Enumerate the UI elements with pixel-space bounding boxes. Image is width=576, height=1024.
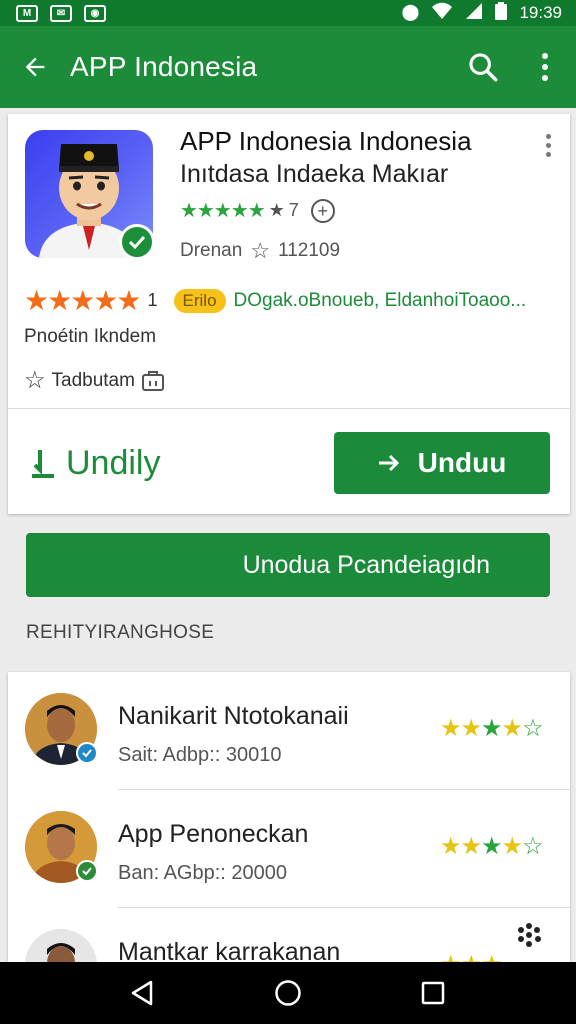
production-text: Pnoétin Ikndem	[24, 326, 157, 347]
orange-rating-count: 1	[147, 290, 158, 310]
data-icon: ⬤	[401, 4, 420, 21]
tag-row: ☆ Tadbutam	[24, 366, 165, 395]
green-rating: ★★★★★ ★ 7 +	[180, 198, 335, 223]
list-item-stars-icon: ★★★★☆	[440, 715, 544, 742]
star-outline-small-icon: ★	[268, 200, 285, 220]
list-item-name: App Penoneckan	[118, 820, 309, 848]
star-outline-icon: ☆	[24, 367, 46, 394]
add-circle-icon[interactable]: +	[310, 198, 335, 223]
section-label: REHITYIRANGHOSE	[26, 622, 215, 643]
related-list-card: Nanikarit Ntotokanaii Sait: Adbp:: 30010…	[8, 672, 570, 972]
app-bar-title: APP Indonesia	[70, 51, 258, 82]
avatar-badge-icon	[76, 860, 98, 882]
developer-row: Drenan ☆ 112109	[180, 238, 340, 264]
back-arrow-icon	[25, 57, 45, 77]
notification-m-icon: M	[16, 4, 38, 22]
star-count: 112109	[278, 240, 341, 261]
developer-name[interactable]: Drenan	[180, 240, 242, 262]
status-bar-right: ⬤ 19:39	[402, 2, 562, 24]
app-detail-card: APP Indonesia Indonesia Inıtdasa Indaeka…	[8, 114, 570, 514]
signal-icon	[465, 2, 483, 24]
notification-app-icon: ◉	[84, 4, 106, 22]
status-bar: M ✉ ◉ ⬤ 19:39	[0, 0, 576, 26]
notification-mail-icon: ✉	[50, 4, 72, 22]
list-item[interactable]: Nanikarit Ntotokanaii Sait: Adbp:: 30010…	[8, 672, 570, 790]
list-item-meta: Ban: AGbp:: 20000	[118, 862, 288, 884]
secondary-action-button[interactable]: Undily	[30, 444, 160, 483]
app-subtitle: Inıtdasa Indaeka Makıar	[180, 160, 449, 188]
store-icon	[141, 370, 164, 391]
rating-row: ★★★★★ 1 Erilo DOgak.oBnoueb, EldanhoiToa…	[24, 284, 526, 317]
nav-back-button[interactable]	[113, 962, 173, 1024]
status-time: 19:39	[519, 3, 562, 22]
secondary-action-label: Undily	[66, 444, 161, 482]
tag-text: Tadbutam	[51, 369, 135, 391]
card-divider	[8, 408, 570, 409]
list-item[interactable]: App Penoneckan Ban: AGbp:: 20000 ★★★★☆	[8, 790, 570, 908]
green-rating-text: 7	[288, 200, 299, 220]
nav-home-icon	[275, 980, 301, 1006]
list-item-name: Nanikarit Ntotokanaii	[118, 702, 349, 730]
nav-back-icon	[131, 980, 152, 1006]
nav-recents-button[interactable]	[403, 962, 463, 1024]
list-item-stars-icon: ★★★★☆	[440, 833, 544, 860]
orange-stars-icon: ★★★★★	[24, 285, 142, 316]
wide-download-button[interactable]: Unodua Pcandeiagıdn	[26, 533, 550, 597]
search-button[interactable]	[452, 26, 514, 108]
card-more-icon[interactable]	[536, 130, 560, 160]
status-bar-left: M ✉ ◉	[16, 4, 106, 22]
app-name: APP Indonesia Indonesia	[180, 126, 472, 156]
avatar-badge-icon	[76, 742, 98, 764]
nav-home-button[interactable]	[258, 962, 318, 1024]
verified-badge-icon	[119, 224, 155, 260]
primary-action-button[interactable]: Unduu	[334, 432, 550, 494]
star-icon: ☆	[250, 238, 271, 263]
status-badge: Erilo	[173, 288, 226, 313]
info-line[interactable]: DOgak.oBnoueb, EldanhoiToaoo...	[234, 290, 527, 312]
loading-dots-icon	[518, 923, 541, 947]
battery-icon	[495, 2, 508, 24]
nav-recents-icon	[422, 981, 445, 1005]
green-stars-icon: ★★★★★	[180, 200, 266, 222]
download-icon	[32, 449, 54, 478]
back-button[interactable]	[0, 26, 70, 108]
wide-button-label: Unodua Pcandeiagıdn	[242, 550, 490, 579]
arrow-right-icon	[378, 454, 399, 472]
list-item-meta: Sait: Adbp:: 30010	[118, 744, 282, 766]
wifi-icon	[431, 2, 453, 24]
primary-action-label: Unduu	[417, 447, 507, 478]
more-vert-icon	[542, 53, 548, 81]
search-icon	[469, 53, 498, 82]
app-bar: APP Indonesia	[0, 26, 576, 108]
system-nav-bar	[0, 962, 576, 1024]
more-options-button[interactable]	[514, 26, 576, 108]
